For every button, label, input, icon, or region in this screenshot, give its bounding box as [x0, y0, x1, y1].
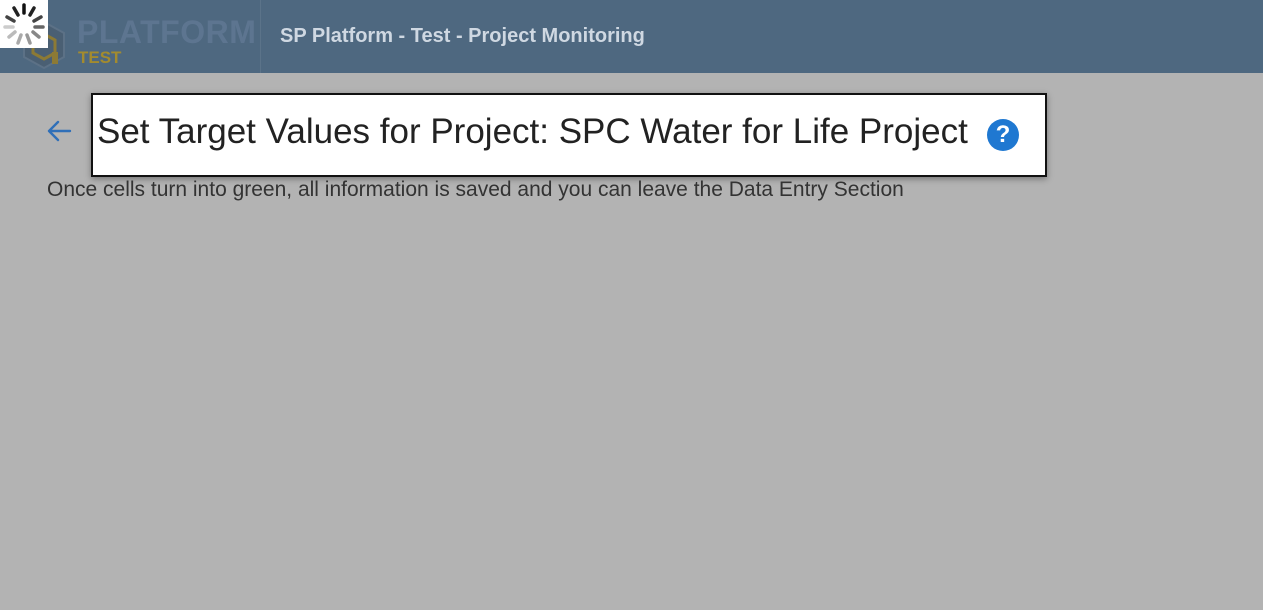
loading-spinner-icon — [0, 0, 48, 48]
page-title: Set Target Values for Project: SPC Water… — [97, 112, 968, 151]
app-title: SP Platform - Test - Project Monitoring — [280, 25, 645, 47]
logo-environment-label: TEST — [78, 48, 122, 67]
help-icon[interactable]: ? — [987, 119, 1019, 151]
save-hint-text: Once cells turn into green, all informat… — [47, 178, 904, 201]
top-bar: PLATFORM TEST SP Platform - Test - Proje… — [0, 0, 1263, 73]
logo-wordmark: PLATFORM — [77, 14, 257, 50]
page-title-panel: Set Target Values for Project: SPC Water… — [91, 93, 1047, 177]
back-arrow-icon[interactable] — [44, 115, 76, 147]
